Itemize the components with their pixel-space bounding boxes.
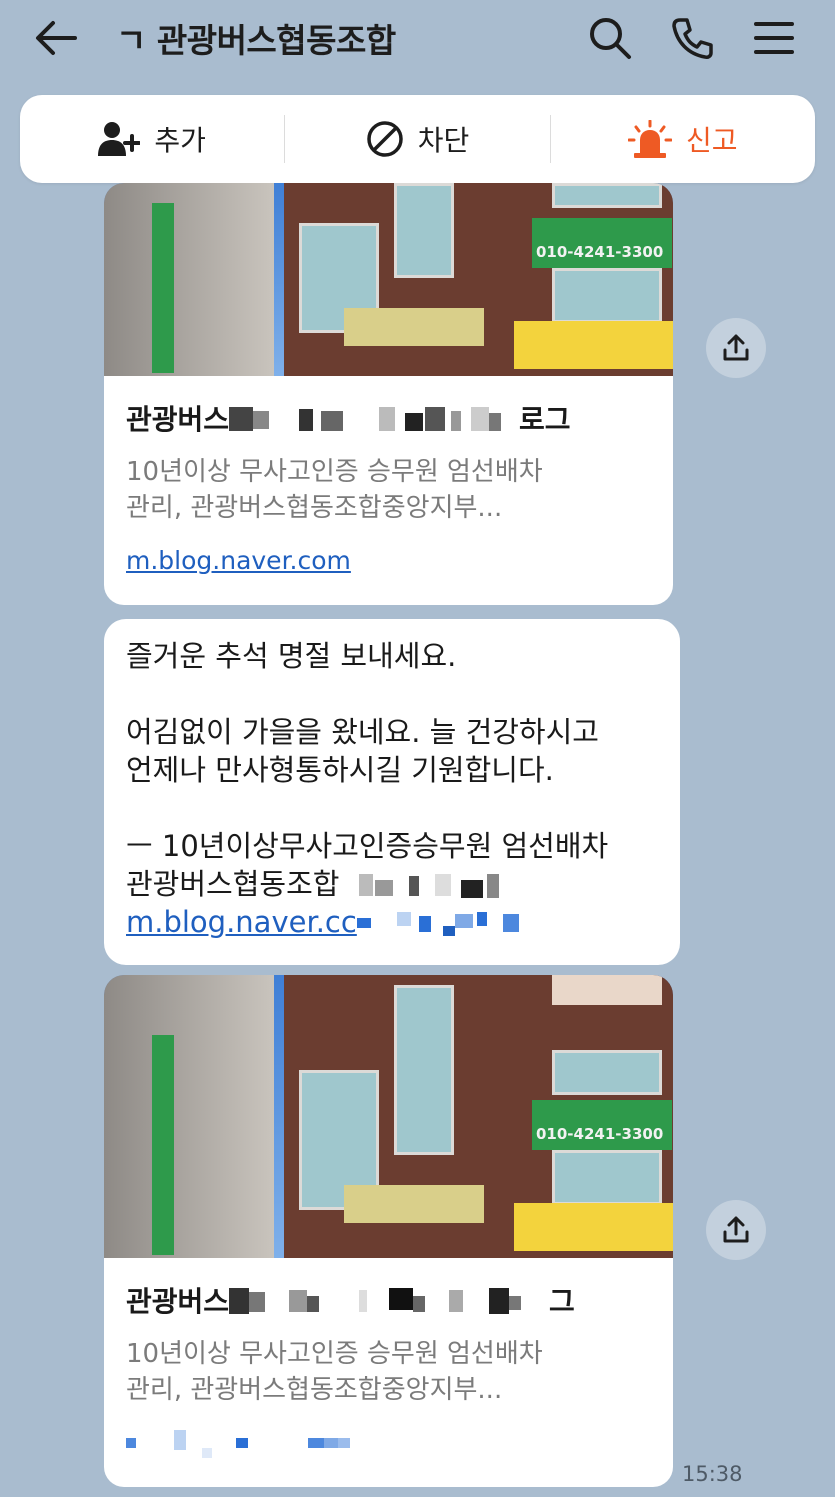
preview-image: 010-4241-3300 — [104, 183, 673, 376]
card-link[interactable] — [126, 1428, 651, 1460]
chat-header: ㄱ 관광버스협동조합 — [0, 0, 835, 80]
share-button[interactable] — [706, 1200, 766, 1260]
message-bubble: 즐거운 추석 명절 보내세요. 어김없이 가을을 왔네요. 늘 건강하시고 언제… — [104, 619, 680, 965]
card-description-line: 관리, 관광버스협동조합중앙지부... — [126, 1375, 503, 1405]
share-button[interactable] — [706, 318, 766, 378]
message-link[interactable]: m.blog.naver.cc — [126, 905, 357, 939]
search-button[interactable] — [586, 14, 634, 62]
censor-mosaic — [229, 1288, 522, 1314]
hamburger-menu-icon — [754, 22, 794, 54]
search-icon — [590, 18, 631, 59]
preview-image: 010-4241-3300 — [104, 975, 673, 1258]
card-description: 10년이상 무사고인증 승무원 엄선배차 관리, 관광버스협동조합중앙지부... — [126, 1336, 651, 1408]
censor-mosaic — [358, 874, 499, 898]
card-link[interactable]: m.blog.naver.com — [126, 546, 651, 575]
censor-mosaic — [356, 912, 519, 936]
menu-button[interactable] — [750, 14, 798, 62]
message-line-text: 관광버스협동조합 — [126, 867, 340, 901]
arrow-left-icon — [36, 21, 77, 55]
chat-title: ㄱ 관광버스협동조합 — [116, 21, 396, 60]
block-label: 차단 — [417, 124, 470, 157]
card-description-line: 10년이상 무사고인증 승무원 엄선배차 — [126, 1339, 543, 1369]
card-title-suffix: 그 — [549, 1285, 575, 1318]
phone-icon — [672, 18, 713, 59]
report-button[interactable]: 신고 — [551, 95, 815, 183]
add-person-icon — [98, 122, 141, 156]
message-line: ㅡ 10년이상무사고인증승무원 엄선배차 — [126, 829, 609, 863]
card-description-line: 관리, 관광버스협동조합중앙지부... — [126, 493, 503, 523]
message-line: 어김없이 가을을 왔네요. 늘 건강하시고 — [126, 715, 599, 749]
card-title-text: 관광버스 — [126, 403, 230, 436]
message-line: 언제나 만사형통하시길 기원합니다. — [126, 753, 554, 787]
message-line: 관광버스협동조합 — [126, 865, 658, 903]
message-link-line: m.blog.naver.cc — [126, 903, 658, 942]
share-icon — [723, 334, 749, 361]
card-title-suffix: 로그 — [519, 403, 571, 436]
message-line: 즐거운 추석 명절 보내세요. — [126, 639, 457, 673]
block-icon — [366, 121, 403, 157]
card-title: 관광버스 그 — [126, 1278, 651, 1322]
siren-icon — [628, 120, 673, 158]
message-timestamp: 15:38 — [682, 1462, 743, 1486]
add-friend-button[interactable]: 추가 — [20, 95, 284, 183]
report-label: 신고 — [686, 124, 738, 157]
card-title: 관광버스 로그 — [126, 396, 651, 440]
card-description: 10년이상 무사고인증 승무원 엄선배차 관리, 관광버스협동조합중앙지부... — [126, 454, 651, 526]
censor-mosaic — [126, 1430, 350, 1458]
censor-mosaic — [229, 407, 502, 431]
block-button[interactable]: 차단 — [285, 95, 549, 183]
card-title-text: 관광버스 — [126, 1285, 230, 1318]
add-label: 추가 — [154, 124, 206, 157]
link-preview-card[interactable]: 010-4241-3300 관광버스 그 10년이상 무사고인증 승무원 엄선배… — [104, 975, 673, 1487]
friend-action-bar: 추가 차단 신고 — [20, 95, 815, 183]
card-description-line: 10년이상 무사고인증 승무원 엄선배차 — [126, 457, 543, 487]
call-button[interactable] — [668, 14, 716, 62]
image-sign-text: 010-4241-3300 — [536, 243, 664, 261]
share-icon — [723, 1216, 749, 1243]
back-button[interactable] — [30, 16, 82, 60]
image-sign-text: 010-4241-3300 — [536, 1125, 664, 1143]
link-preview-card[interactable]: 010-4241-3300 관광버스 로그 10년이상 무사고인증 승무원 엄선… — [104, 183, 673, 605]
